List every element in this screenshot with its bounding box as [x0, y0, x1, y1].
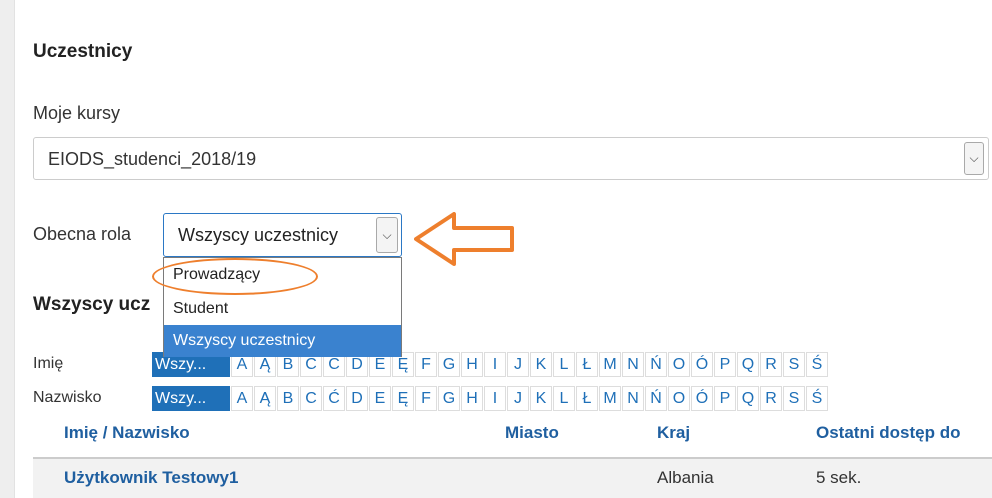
role-label: Obecna rola: [33, 224, 132, 244]
letter-filter[interactable]: Q: [737, 352, 759, 377]
letter-filter[interactable]: S: [783, 352, 805, 377]
letter-filter[interactable]: R: [760, 352, 782, 377]
letter-filter[interactable]: G: [438, 352, 460, 377]
user-last-access: 5 sek.: [816, 468, 862, 487]
letter-filter[interactable]: F: [415, 386, 437, 411]
letter-filter[interactable]: G: [438, 386, 460, 411]
page-title: Uczestnicy: [33, 41, 133, 62]
letter-filter[interactable]: H: [461, 352, 483, 377]
letter-filter[interactable]: M: [599, 386, 621, 411]
annotation-arrow-icon: [414, 212, 514, 266]
letter-filter[interactable]: Q: [737, 386, 759, 411]
column-header-city[interactable]: Miasto: [505, 423, 559, 443]
letter-filter[interactable]: Ć: [323, 386, 345, 411]
letter-filter[interactable]: I: [484, 386, 506, 411]
column-header-country[interactable]: Kraj: [657, 423, 690, 443]
chevron-down-icon[interactable]: ⌵: [376, 217, 398, 253]
letter-filter[interactable]: K: [530, 386, 552, 411]
letter-filter[interactable]: O: [668, 352, 690, 377]
user-name-link[interactable]: Użytkownik Testowy1: [64, 468, 238, 488]
course-label: Moje kursy: [33, 103, 121, 123]
letter-filter[interactable]: O: [668, 386, 690, 411]
letter-filter[interactable]: F: [415, 352, 437, 377]
user-country: Albania: [657, 468, 714, 487]
last-name-letter-bar: Wszy... A Ą B C Ć D E Ę F G H I J K L Ł M N Ń O Ó P Q R S Ś: [152, 386, 828, 411]
letter-filter[interactable]: I: [484, 352, 506, 377]
letter-filter[interactable]: J: [507, 386, 529, 411]
letter-filter[interactable]: K: [530, 352, 552, 377]
course-select[interactable]: EIODS_studenci_2018/19 ⌵: [33, 137, 989, 180]
letter-filter[interactable]: Ł: [576, 352, 598, 377]
last-name-filter-label: Nazwisko: [33, 389, 102, 406]
role-select[interactable]: Wszyscy uczestnicy ⌵: [163, 213, 402, 257]
chevron-down-icon[interactable]: ⌵: [964, 142, 984, 175]
course-select-value: EIODS_studenci_2018/19: [48, 149, 257, 169]
letter-filter[interactable]: Ś: [806, 386, 828, 411]
letter-filter[interactable]: N: [622, 386, 644, 411]
letter-filter-all[interactable]: Wszy...: [152, 386, 230, 411]
annotation-highlight-ellipse: [152, 258, 318, 295]
letter-filter[interactable]: R: [760, 386, 782, 411]
letter-filter[interactable]: N: [622, 352, 644, 377]
letter-filter[interactable]: Ó: [691, 386, 713, 411]
letter-filter[interactable]: A: [231, 386, 253, 411]
letter-filter[interactable]: L: [553, 352, 575, 377]
first-name-filter-label: Imię: [33, 355, 64, 372]
column-header-last-access[interactable]: Ostatni dostęp do: [816, 423, 961, 443]
letter-filter[interactable]: E: [369, 386, 391, 411]
letter-filter[interactable]: Ś: [806, 352, 828, 377]
section-heading: Wszyscy ucz: [33, 294, 151, 315]
letter-filter[interactable]: S: [783, 386, 805, 411]
letter-filter[interactable]: B: [277, 386, 299, 411]
letter-filter[interactable]: P: [714, 352, 736, 377]
letter-filter[interactable]: Ą: [254, 386, 276, 411]
letter-filter[interactable]: Ł: [576, 386, 598, 411]
letter-filter[interactable]: Ę: [392, 386, 414, 411]
letter-filter[interactable]: M: [599, 352, 621, 377]
letter-filter[interactable]: Ó: [691, 352, 713, 377]
letter-filter[interactable]: C: [300, 386, 322, 411]
letter-filter[interactable]: L: [553, 386, 575, 411]
column-header-name[interactable]: Imię / Nazwisko: [64, 423, 190, 443]
left-border-strip: [0, 0, 15, 498]
letter-filter[interactable]: P: [714, 386, 736, 411]
letter-filter[interactable]: Ń: [645, 386, 667, 411]
role-select-value: Wszyscy uczestnicy: [178, 225, 339, 245]
letter-filter[interactable]: H: [461, 386, 483, 411]
role-option-student[interactable]: Student: [164, 293, 401, 325]
letter-filter[interactable]: J: [507, 352, 529, 377]
letter-filter[interactable]: Ń: [645, 352, 667, 377]
role-option-all[interactable]: Wszyscy uczestnicy: [164, 325, 401, 357]
letter-filter[interactable]: D: [346, 386, 368, 411]
